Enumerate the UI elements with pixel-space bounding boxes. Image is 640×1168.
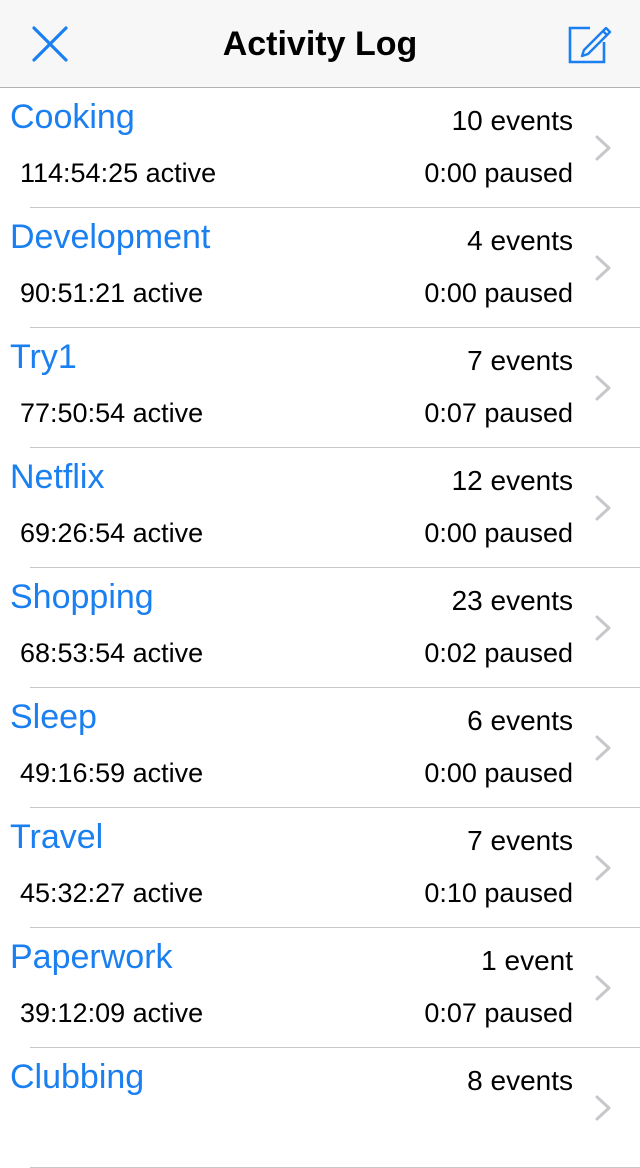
activity-name: Sleep: [10, 698, 97, 736]
event-count: 23 events: [451, 585, 573, 616]
activity-name: Clubbing: [10, 1058, 145, 1096]
activity-name: Travel: [10, 818, 104, 856]
close-icon: [32, 26, 68, 62]
paused-time: 0:07 paused: [424, 398, 573, 428]
active-time: 39:12:09 active: [20, 998, 204, 1028]
activity-name: Netflix: [10, 458, 105, 496]
paused-time: 0:07 paused: [424, 998, 573, 1028]
paused-time: 0:00 paused: [424, 758, 573, 788]
list-item[interactable]: Sleep 6 events 49:16:59 active 0:00 paused: [0, 688, 640, 808]
paused-time: 0:00 paused: [424, 518, 573, 548]
close-button[interactable]: [6, 0, 94, 88]
list-item[interactable]: Paperwork 1 event 39:12:09 active 0:07 paus…: [0, 928, 640, 1048]
navigation-bar: Activity Log: [0, 0, 640, 88]
list-item[interactable]: Clubbing 8 events: [0, 1048, 640, 1168]
event-count: 8 events: [467, 1065, 573, 1096]
activity-name: Try1: [10, 338, 77, 376]
activity-name: Shopping: [10, 578, 154, 616]
chevron-right-icon: [595, 255, 611, 281]
event-count: 6 events: [467, 705, 573, 736]
event-count: 7 events: [467, 825, 573, 856]
list-item[interactable]: Cooking 10 events 114:54:25 active 0:00 pau…: [0, 88, 640, 208]
paused-time: 0:00 paused: [424, 158, 573, 188]
activity-list: Cooking 10 events 114:54:25 active 0:00 pau…: [0, 88, 640, 1168]
compose-icon: [568, 26, 612, 64]
paused-time: 0:00 paused: [424, 278, 573, 308]
active-time: 90:51:21 active: [20, 278, 204, 308]
page-title: Activity Log: [222, 25, 418, 63]
paused-time: 0:10 paused: [424, 878, 573, 908]
chevron-right-icon: [595, 375, 611, 401]
activity-name: Cooking: [10, 98, 135, 136]
chevron-right-icon: [595, 615, 611, 641]
compose-button[interactable]: [546, 0, 634, 88]
event-count: 12 events: [451, 465, 573, 496]
activity-name: Paperwork: [10, 938, 173, 976]
event-count: 4 events: [467, 225, 573, 256]
active-time: 69:26:54 active: [20, 518, 204, 548]
active-time: 49:16:59 active: [20, 758, 204, 788]
list-item[interactable]: Netflix 12 events 69:26:54 active 0:00 paus…: [0, 448, 640, 568]
list-item[interactable]: Shopping 23 events 68:53:54 active 0:02 pau…: [0, 568, 640, 688]
list-item[interactable]: Try1 7 events 77:50:54 active 0:07 paused: [0, 328, 640, 448]
active-time: 68:53:54 active: [20, 638, 204, 668]
event-count: 1 event: [481, 945, 573, 976]
list-item[interactable]: Development 4 events 90:51:21 active 0:00 p…: [0, 208, 640, 328]
active-time: 114:54:25 active: [20, 158, 217, 188]
chevron-right-icon: [595, 735, 611, 761]
chevron-right-icon: [595, 975, 611, 1001]
chevron-right-icon: [595, 855, 611, 881]
event-count: 10 events: [451, 105, 573, 136]
activity-name: Development: [10, 218, 211, 256]
active-time: 45:32:27 active: [20, 878, 204, 908]
chevron-right-icon: [595, 1095, 611, 1121]
event-count: 7 events: [467, 345, 573, 376]
chevron-right-icon: [595, 135, 611, 161]
paused-time: 0:02 paused: [424, 638, 573, 668]
chevron-right-icon: [595, 495, 611, 521]
active-time: 77:50:54 active: [20, 398, 204, 428]
list-item[interactable]: Travel 7 events 45:32:27 active 0:10 paused: [0, 808, 640, 928]
